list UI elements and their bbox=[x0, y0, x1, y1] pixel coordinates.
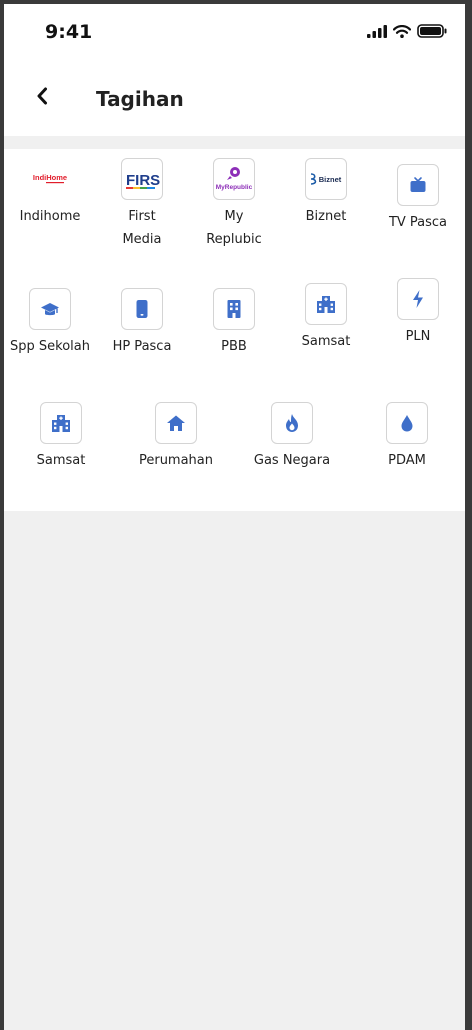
category-label: Indihome bbox=[19, 209, 81, 224]
category-label: Biznet bbox=[305, 209, 347, 224]
category-samsat-2[interactable]: Samsat bbox=[31, 402, 91, 472]
category-gas-negara[interactable]: Gas Negara bbox=[252, 402, 332, 472]
building-icon bbox=[227, 300, 241, 318]
category-pbb[interactable]: PBB bbox=[204, 288, 264, 358]
hp-pasca-icon-box bbox=[121, 288, 163, 330]
indihome-logo: IndiHome bbox=[29, 158, 71, 200]
category-label: PLN bbox=[405, 329, 431, 344]
hospital-building-icon bbox=[317, 296, 335, 313]
first-media-logo: FIRST bbox=[121, 158, 163, 200]
category-label-line2: Media bbox=[122, 232, 162, 247]
pbb-icon-box bbox=[213, 288, 255, 330]
samsat-icon-box bbox=[40, 402, 82, 444]
signal-icon bbox=[367, 24, 387, 38]
category-label: First bbox=[128, 209, 156, 224]
bill-categories-panel: IndiHome Indihome FIRST First Media bbox=[4, 149, 465, 511]
category-indihome[interactable]: IndiHome Indihome bbox=[20, 158, 80, 228]
category-label-line2: Replubic bbox=[206, 232, 262, 247]
house-icon bbox=[167, 415, 185, 431]
lightning-icon bbox=[413, 290, 423, 308]
category-samsat[interactable]: Samsat bbox=[296, 283, 356, 353]
category-biznet[interactable]: Biznet Biznet bbox=[296, 158, 356, 228]
graduation-cap-icon bbox=[41, 303, 59, 316]
category-tv-pasca[interactable]: TV Pasca bbox=[388, 164, 448, 234]
phone-icon bbox=[136, 300, 148, 318]
status-time: 9:41 bbox=[45, 21, 93, 43]
category-label: TV Pasca bbox=[388, 215, 448, 230]
myrepublic-logo: MyRepublic bbox=[213, 158, 255, 200]
chevron-left-icon bbox=[37, 87, 47, 105]
category-label: Spp Sekolah bbox=[10, 339, 90, 354]
category-label: My bbox=[224, 209, 244, 224]
category-pdam[interactable]: PDAM bbox=[377, 402, 437, 472]
category-label: Perumahan bbox=[138, 453, 214, 468]
status-bar: 9:41 bbox=[4, 4, 465, 60]
svg-text:MyRepublic: MyRepublic bbox=[216, 184, 253, 191]
wifi-icon bbox=[393, 24, 411, 38]
gas-negara-icon-box bbox=[271, 402, 313, 444]
samsat-icon-box bbox=[305, 283, 347, 325]
category-pln[interactable]: PLN bbox=[388, 278, 448, 348]
perumahan-icon-box bbox=[155, 402, 197, 444]
pdam-icon-box bbox=[386, 402, 428, 444]
category-label: HP Pasca bbox=[112, 339, 172, 354]
spp-sekolah-icon-box bbox=[29, 288, 71, 330]
category-perumahan[interactable]: Perumahan bbox=[136, 402, 216, 472]
back-button[interactable] bbox=[30, 82, 54, 110]
category-label: PDAM bbox=[388, 453, 426, 468]
battery-icon bbox=[417, 24, 447, 38]
category-label: Samsat bbox=[36, 453, 86, 468]
pln-icon-box bbox=[397, 278, 439, 320]
category-label: PBB bbox=[221, 339, 247, 354]
svg-text:Biznet: Biznet bbox=[319, 175, 342, 184]
hospital-building-icon bbox=[52, 415, 70, 432]
status-icons bbox=[367, 24, 447, 38]
water-drop-icon bbox=[401, 415, 413, 432]
category-label: Samsat bbox=[301, 334, 351, 349]
category-label: Gas Negara bbox=[253, 453, 331, 468]
svg-text:FIRST: FIRST bbox=[126, 172, 160, 189]
biznet-logo: Biznet bbox=[305, 158, 347, 200]
category-first-media[interactable]: FIRST First Media bbox=[112, 158, 172, 251]
tv-icon bbox=[410, 177, 426, 192]
category-myrepublic[interactable]: MyRepublic My Replubic bbox=[204, 158, 264, 251]
flame-icon bbox=[286, 414, 298, 432]
svg-text:IndiHome: IndiHome bbox=[33, 173, 67, 182]
app-header: Tagihan bbox=[4, 60, 465, 136]
phone-screen: 9:41 Tagihan IndiHome Indihome FIRS Firs… bbox=[4, 4, 465, 1030]
category-hp-pasca[interactable]: HP Pasca bbox=[107, 288, 177, 358]
tv-pasca-icon-box bbox=[397, 164, 439, 206]
category-spp-sekolah[interactable]: Spp Sekolah bbox=[10, 288, 90, 358]
page-title: Tagihan bbox=[96, 87, 184, 111]
